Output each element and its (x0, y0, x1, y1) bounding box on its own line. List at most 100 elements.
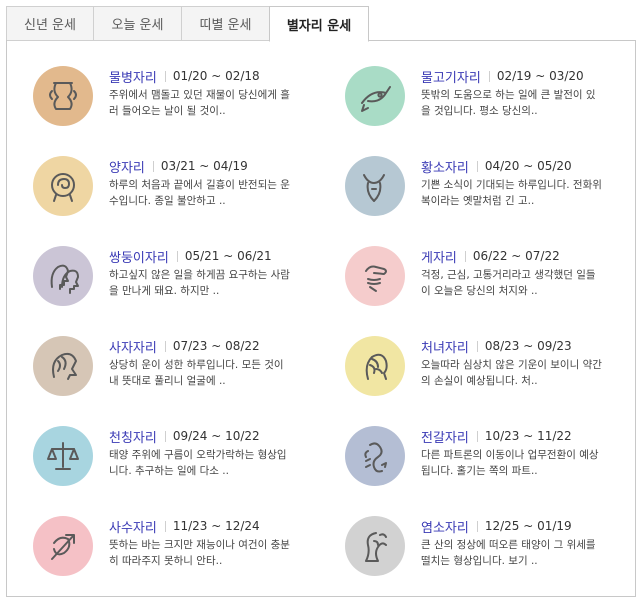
star-sign-summary: 오늘따라 심상치 않은 기운이 보이니 약간 의 손실이 예상됩니다. 처.. (421, 357, 621, 389)
star-sign-name[interactable]: 물병자리 (109, 67, 157, 86)
divider (164, 340, 166, 352)
summary-line: 걱정, 근심, 고통거리라고 생각했던 일들 (421, 269, 596, 281)
divider (488, 70, 490, 82)
star-sign-dates: 02/19 ~ 03/20 (496, 69, 584, 83)
divider (464, 250, 466, 262)
star-sign-dates: 06/22 ~ 07/22 (472, 249, 560, 263)
summary-line: 상당히 운이 성한 하루입니다. 모든 것이 (109, 359, 284, 371)
summary-line: 뜻하는 바는 크지만 재능이나 여건이 충분 (109, 539, 290, 551)
summary-line: 주위에서 맴돌고 있던 재물이 당신에게 흘 (109, 89, 290, 101)
star-sign-name[interactable]: 쌍둥이자리 (109, 247, 169, 266)
sagittarius-icon (33, 516, 93, 576)
star-sign-summary: 하루의 처음과 끝에서 길흉이 반전되는 운 수입니다. 종일 불안하고 .. (109, 177, 309, 209)
cancer-icon (345, 246, 405, 306)
summary-line: 뜻밖의 도움으로 하는 일에 큰 발전이 있 (421, 89, 596, 101)
star-sign-item[interactable]: 게자리 06/22 ~ 07/22 걱정, 근심, 고통거리라고 생각했던 일들 이 … (345, 246, 635, 326)
star-sign-item[interactable]: 염소자리 12/25 ~ 01/19 큰 산의 정상에 떠오른 태양이 그 위세를떨… (345, 516, 635, 596)
tab-star-sign-fortune[interactable]: 별자리 운세 (269, 6, 369, 42)
divider (476, 520, 478, 532)
star-sign-dates: 07/23 ~ 08/22 (172, 339, 260, 353)
summary-line: 내 뜻대로 풀리니 얼굴에 .. (109, 375, 226, 387)
star-sign-dates: 10/23 ~ 11/22 (484, 429, 572, 443)
summary-line: 복이라는 옛말처럼 긴 고.. (421, 195, 535, 207)
summary-line: 을 만나게 돼요. 하지만 .. (109, 285, 220, 297)
aquarius-icon (33, 66, 93, 126)
tab-new-year-fortune[interactable]: 신년 운세 (6, 6, 94, 41)
leo-icon (33, 336, 93, 396)
gemini-icon (33, 246, 93, 306)
star-sign-item[interactable]: 물고기자리 02/19 ~ 03/20 뜻밖의 도움으로 하는 일에 큰 발전이 있… (345, 66, 635, 146)
star-sign-summary: 뜻밖의 도움으로 하는 일에 큰 발전이 있을 것입니다. 평소 당신의.. (421, 87, 621, 119)
tab-today-fortune[interactable]: 오늘 운세 (94, 6, 182, 41)
star-sign-name[interactable]: 처녀자리 (421, 337, 469, 356)
star-sign-item[interactable]: 양자리 03/21 ~ 04/19 하루의 처음과 끝에서 길흉이 반전되는 운 수입… (33, 156, 323, 236)
divider (164, 520, 166, 532)
star-sign-title-row: 물고기자리 02/19 ~ 03/20 (421, 67, 584, 86)
tab-zodiac-animal-fortune[interactable]: 띠별 운세 (182, 6, 270, 41)
star-sign-name[interactable]: 사수자리 (109, 517, 157, 536)
summary-line: 떨치는 형상입니다. 보기 .. (421, 555, 538, 567)
star-sign-name[interactable]: 물고기자리 (421, 67, 481, 86)
divider (476, 430, 478, 442)
summary-line: 태양 주위에 구름이 오락가락하는 형상입 (109, 449, 287, 461)
star-sign-summary: 상당히 운이 성한 하루입니다. 모든 것이내 뜻대로 풀리니 얼굴에 .. (109, 357, 309, 389)
divider (476, 160, 478, 172)
summary-line: 하고싶지 않은 일을 하게끔 요구하는 사람 (109, 269, 290, 281)
star-sign-dates: 11/23 ~ 12/24 (172, 519, 260, 533)
star-sign-dates: 12/25 ~ 01/19 (484, 519, 572, 533)
star-sign-title-row: 황소자리 04/20 ~ 05/20 (421, 157, 572, 176)
aries-icon (33, 156, 93, 216)
summary-line: 히 따라주지 못하니 안타.. (109, 555, 223, 567)
star-sign-item[interactable]: 쌍둥이자리 05/21 ~ 06/21 하고싶지 않은 일을 하게끔 요구하는 사람… (33, 246, 323, 326)
divider (476, 340, 478, 352)
star-sign-name[interactable]: 양자리 (109, 157, 145, 176)
summary-line: 하루의 처음과 끝에서 길흉이 반전되는 운 (109, 179, 290, 191)
summary-line: 러 들어오는 날이 될 것이.. (109, 105, 226, 117)
star-sign-item[interactable]: 천칭자리 09/24 ~ 10/22 태양 주위에 구름이 오락가락하는 형상입니다… (33, 426, 323, 506)
star-sign-title-row: 사자자리 07/23 ~ 08/22 (109, 337, 260, 356)
star-sign-item[interactable]: 전갈자리 10/23 ~ 11/22 다른 파트론의 이동이나 업무전환이 예상 됩니… (345, 426, 635, 506)
star-sign-summary: 기쁜 소식이 기대되는 하루입니다. 전화위복이라는 옛말처럼 긴 고.. (421, 177, 621, 209)
star-sign-summary: 태양 주위에 구름이 오락가락하는 형상입니다. 추구하는 일에 다소 .. (109, 447, 309, 479)
star-sign-name[interactable]: 황소자리 (421, 157, 469, 176)
divider (152, 160, 154, 172)
star-sign-name[interactable]: 게자리 (421, 247, 457, 266)
virgo-icon (345, 336, 405, 396)
star-sign-dates: 05/21 ~ 06/21 (184, 249, 272, 263)
pisces-icon (345, 66, 405, 126)
star-sign-item[interactable]: 사자자리 07/23 ~ 08/22 상당히 운이 성한 하루입니다. 모든 것이내… (33, 336, 323, 416)
star-sign-title-row: 물병자리 01/20 ~ 02/18 (109, 67, 260, 86)
star-sign-name[interactable]: 사자자리 (109, 337, 157, 356)
divider (176, 250, 178, 262)
star-sign-title-row: 염소자리 12/25 ~ 01/19 (421, 517, 572, 536)
summary-line: 니다. 추구하는 일에 다소 .. (109, 465, 229, 477)
star-sign-dates: 01/20 ~ 02/18 (172, 69, 260, 83)
star-sign-summary: 뜻하는 바는 크지만 재능이나 여건이 충분히 따라주지 못하니 안타.. (109, 537, 309, 569)
star-sign-title-row: 천칭자리 09/24 ~ 10/22 (109, 427, 260, 446)
star-sign-title-row: 사수자리 11/23 ~ 12/24 (109, 517, 260, 536)
star-sign-title-row: 양자리 03/21 ~ 04/19 (109, 157, 248, 176)
star-sign-dates: 08/23 ~ 09/23 (484, 339, 572, 353)
star-sign-item[interactable]: 황소자리 04/20 ~ 05/20 기쁜 소식이 기대되는 하루입니다. 전화위복… (345, 156, 635, 236)
star-sign-dates: 09/24 ~ 10/22 (172, 429, 260, 443)
summary-line: 을 것입니다. 평소 당신의.. (421, 105, 538, 117)
star-sign-dates: 04/20 ~ 05/20 (484, 159, 572, 173)
scorpio-icon (345, 426, 405, 486)
star-sign-title-row: 전갈자리 10/23 ~ 11/22 (421, 427, 572, 446)
summary-line: 큰 산의 정상에 떠오른 태양이 그 위세를 (421, 539, 596, 551)
star-sign-name[interactable]: 천칭자리 (109, 427, 157, 446)
star-sign-summary: 걱정, 근심, 고통거리라고 생각했던 일들 이 오늘은 당신의 처지와 .. (421, 267, 621, 299)
star-sign-item[interactable]: 사수자리 11/23 ~ 12/24 뜻하는 바는 크지만 재능이나 여건이 충분히… (33, 516, 323, 596)
star-sign-item[interactable]: 물병자리 01/20 ~ 02/18 주위에서 맴돌고 있던 재물이 당신에게 흘러… (33, 66, 323, 146)
star-sign-name[interactable]: 염소자리 (421, 517, 469, 536)
summary-line: 기쁜 소식이 기대되는 하루입니다. 전화위 (421, 179, 602, 191)
star-sign-title-row: 게자리 06/22 ~ 07/22 (421, 247, 560, 266)
star-sign-panel: 물병자리 01/20 ~ 02/18 주위에서 맴돌고 있던 재물이 당신에게 흘러… (6, 40, 636, 597)
star-sign-item[interactable]: 처녀자리 08/23 ~ 09/23 오늘따라 심상치 않은 기운이 보이니 약간 의… (345, 336, 635, 416)
summary-line: 의 손실이 예상됩니다. 처.. (421, 375, 538, 387)
star-sign-summary: 큰 산의 정상에 떠오른 태양이 그 위세를떨치는 형상입니다. 보기 .. (421, 537, 621, 569)
star-sign-summary: 주위에서 맴돌고 있던 재물이 당신에게 흘러 들어오는 날이 될 것이.. (109, 87, 309, 119)
star-sign-title-row: 쌍둥이자리 05/21 ~ 06/21 (109, 247, 272, 266)
star-sign-name[interactable]: 전갈자리 (421, 427, 469, 446)
divider (164, 430, 166, 442)
